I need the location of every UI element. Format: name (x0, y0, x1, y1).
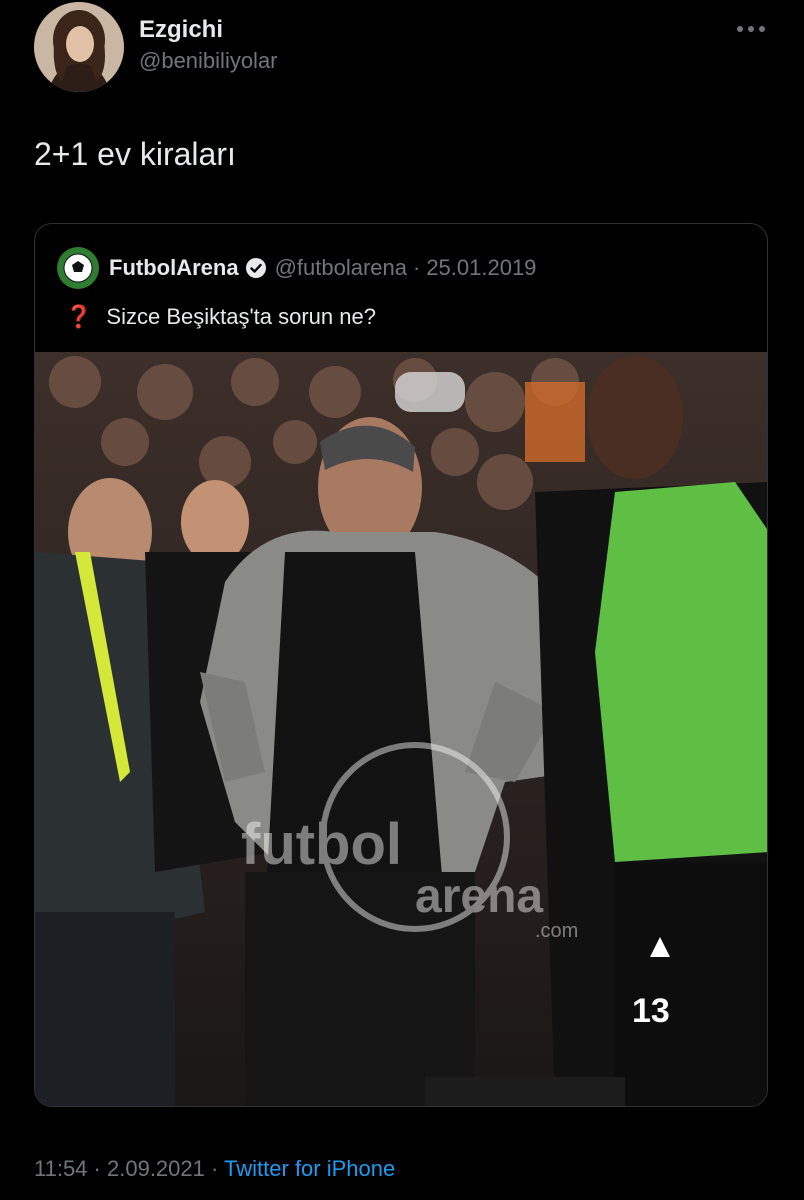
question-mark-icon: ❓ (65, 304, 93, 329)
soccer-ball-icon (63, 253, 93, 283)
author-avatar[interactable] (34, 2, 124, 92)
tweet-text: 2+1 ev kiraları (34, 136, 236, 172)
jersey-number-label: 13 (632, 992, 670, 1030)
footer-separator: · (93, 1156, 101, 1181)
tweet-source-link[interactable]: Twitter for iPhone (224, 1156, 395, 1181)
more-dots-icon (737, 26, 765, 32)
watermark-domain-text: .com (535, 920, 578, 942)
quoted-tweet-text-row: ❓ Sizce Beşiktaş'ta sorun ne? (65, 304, 376, 330)
quoted-tweet-text: Sizce Beşiktaş'ta sorun ne? (106, 304, 376, 329)
quoted-tweet-header: FutbolArena @futbolarena · 25.01.2019 (57, 247, 536, 289)
author-display-name[interactable]: Ezgichi (139, 16, 223, 44)
quoted-author-avatar[interactable] (57, 247, 99, 289)
more-options-button[interactable] (734, 16, 768, 42)
verified-badge-icon (245, 258, 266, 278)
quoted-tweet-photo[interactable]: 13 futbol arena .com (35, 352, 767, 1106)
footer-separator: · (211, 1156, 219, 1181)
avatar-portrait-icon (34, 2, 124, 92)
quoted-author-handle[interactable]: @futbolarena (275, 255, 407, 281)
tweet-detail-page: Ezgichi @benibiliyolar 2+1 ev kiraları F… (0, 0, 804, 1200)
author-handle[interactable]: @benibiliyolar (139, 48, 278, 74)
watermark-sub-text: arena (415, 870, 543, 923)
stadium-photo-image: 13 futbol arena .com (35, 352, 767, 1106)
tweet-timestamp-row: 11:54 · 2.09.2021 · Twitter for iPhone (34, 1156, 395, 1182)
quoted-tweet-card[interactable]: FutbolArena @futbolarena · 25.01.2019 ❓ … (34, 223, 768, 1107)
quoted-author-name[interactable]: FutbolArena (109, 255, 239, 281)
quoted-tweet-date[interactable]: 25.01.2019 (426, 255, 536, 281)
tweet-time[interactable]: 11:54 (34, 1156, 87, 1181)
separator-dot: · (412, 255, 421, 280)
tweet-date[interactable]: 2.09.2021 (107, 1156, 205, 1181)
watermark-main-text: futbol (241, 812, 402, 877)
